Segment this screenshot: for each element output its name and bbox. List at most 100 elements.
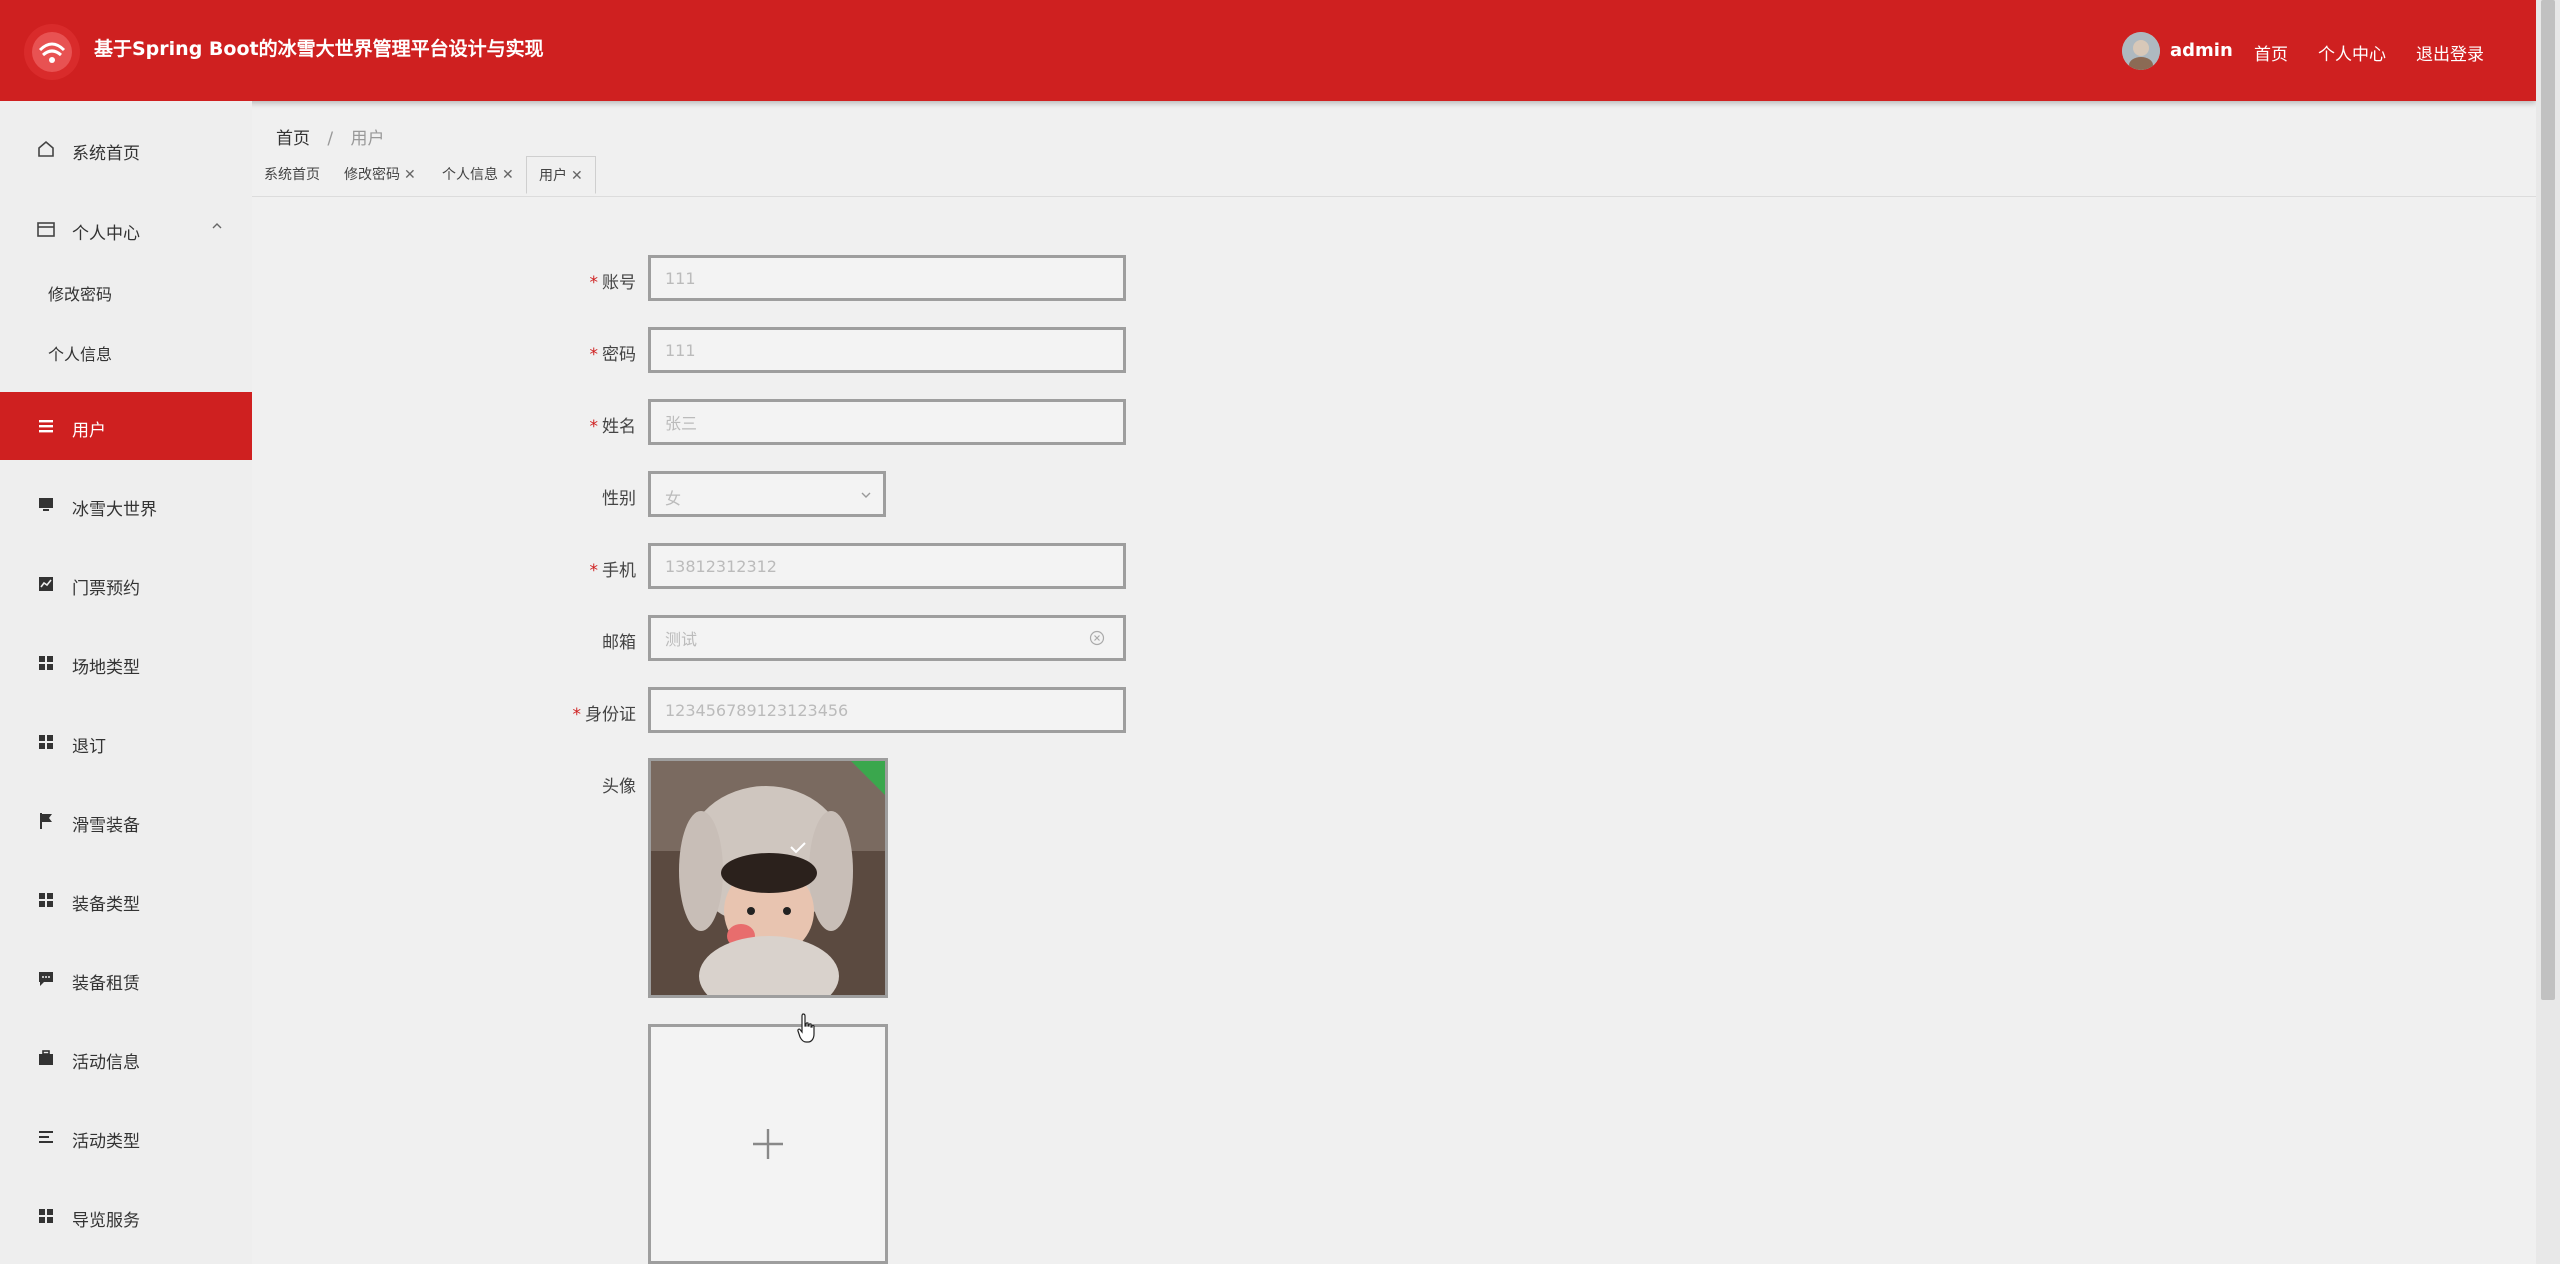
sidebar-item-guide-service[interactable]: 导览服务: [0, 1182, 252, 1250]
sidebar-item-activity-info[interactable]: 活动信息: [0, 1024, 252, 1092]
phone-input[interactable]: [651, 546, 1123, 586]
avatar-image: [651, 761, 885, 995]
grid-icon: [39, 735, 53, 749]
sidebar-item-label: 活动信息: [72, 1053, 140, 1073]
id-card-field[interactable]: [648, 687, 1126, 733]
id-card-input[interactable]: [651, 690, 1123, 730]
tab-label: 系统首页: [264, 167, 320, 183]
gender-select[interactable]: 女: [648, 471, 886, 517]
sidebar-item-label: 个人中心: [72, 224, 140, 244]
sidebar-item-refund[interactable]: 退订: [0, 708, 252, 776]
tab-bar: 系统首页 修改密码 ✕ 个人信息 ✕ 用户 ✕: [252, 156, 2536, 197]
sidebar-item-label: 退订: [72, 737, 106, 757]
required-mark: *: [572, 705, 582, 725]
page-scrollbar[interactable]: [2536, 0, 2560, 1264]
sidebar-item-ski-equipment[interactable]: 滑雪装备: [0, 787, 252, 855]
sidebar-item-label: 用户: [72, 421, 106, 441]
home-icon: [38, 140, 54, 157]
sidebar-item-equipment-type[interactable]: 装备类型: [0, 866, 252, 934]
nav-logout-link[interactable]: 退出登录: [2416, 40, 2484, 65]
grid-icon: [39, 893, 53, 907]
close-icon[interactable]: ✕: [404, 167, 416, 183]
sidebar-item-activity-type[interactable]: 活动类型: [0, 1103, 252, 1171]
chevron-up-icon: [212, 223, 222, 229]
required-mark: *: [589, 273, 599, 293]
tab-personal-info[interactable]: 个人信息 ✕: [442, 156, 514, 194]
account-label: * 账号: [516, 268, 637, 293]
nav-profile-link[interactable]: 个人中心: [2318, 40, 2386, 65]
sidebar-item-venue-type[interactable]: 场地类型: [0, 629, 252, 697]
breadcrumb-separator: /: [327, 129, 334, 149]
sidebar-item-label: 导览服务: [72, 1211, 140, 1231]
list-icon: [39, 420, 53, 433]
password-label: * 密码: [516, 340, 637, 365]
top-header: 基于Spring Boot的冰雪大世界管理平台设计与实现 admin 首页 个人…: [0, 0, 2536, 101]
password-field[interactable]: [648, 327, 1126, 373]
label-text: 邮箱: [602, 633, 636, 653]
flag-icon: [40, 813, 52, 829]
name-input[interactable]: [651, 402, 1123, 442]
scrollbar-thumb[interactable]: [2541, 0, 2555, 1000]
sidebar-subitem-label: 修改密码: [48, 285, 113, 304]
sidebar-item-personal-center[interactable]: 个人中心: [0, 195, 252, 263]
sidebar-item-equipment-rental[interactable]: 装备租赁: [0, 945, 252, 1013]
required-mark: *: [589, 345, 599, 365]
sidebar-subitem-personal-info[interactable]: 个人信息: [0, 323, 252, 379]
account-input[interactable]: [651, 258, 1123, 298]
id-card-label: * 身份证: [516, 700, 637, 725]
avatar-label: 头像: [516, 772, 636, 797]
avatar-preview[interactable]: [648, 758, 888, 998]
briefcase-icon: [39, 1050, 53, 1065]
sidebar-subitem-change-password[interactable]: 修改密码: [0, 263, 252, 319]
chevron-down-icon: [861, 492, 871, 498]
name-field[interactable]: [648, 399, 1126, 445]
close-icon[interactable]: ✕: [502, 167, 514, 183]
app-title: 基于Spring Boot的冰雪大世界管理平台设计与实现: [94, 38, 544, 60]
sidebar-item-user[interactable]: 用户: [0, 392, 252, 460]
tab-change-password[interactable]: 修改密码 ✕: [344, 156, 416, 194]
email-field[interactable]: [648, 615, 1126, 661]
close-icon[interactable]: ✕: [571, 168, 583, 184]
nav-home-link[interactable]: 首页: [2254, 40, 2288, 65]
phone-field[interactable]: [648, 543, 1126, 589]
lines-icon: [39, 1131, 53, 1143]
hand-cursor-icon: [797, 1013, 815, 1043]
label-text: 头像: [602, 777, 636, 797]
gender-value: 女: [665, 489, 682, 508]
password-input[interactable]: [651, 330, 1123, 370]
label-text: 性别: [602, 489, 636, 509]
breadcrumb-current: 用户: [350, 129, 385, 149]
label-text: 身份证: [585, 705, 636, 725]
required-mark: *: [589, 417, 599, 437]
chart-icon: [39, 577, 53, 591]
tab-label: 个人信息: [442, 167, 498, 183]
sidebar: 系统首页 个人中心 修改密码 个人信息 用户 冰雪大世界 门票预约 场地类型 退…: [0, 101, 252, 1264]
plus-icon: [753, 1129, 783, 1159]
sidebar-item-ticket-booking[interactable]: 门票预约: [0, 550, 252, 618]
sidebar-item-home[interactable]: 系统首页: [0, 115, 252, 183]
sidebar-item-label: 装备租赁: [72, 974, 140, 994]
tab-user[interactable]: 用户 ✕: [526, 156, 596, 194]
user-avatar[interactable]: [2122, 32, 2160, 70]
label-text: 姓名: [602, 417, 636, 437]
monitor-icon: [39, 498, 53, 511]
email-input[interactable]: [651, 618, 1123, 658]
avatar-upload-button[interactable]: [648, 1024, 888, 1264]
tab-system-home[interactable]: 系统首页: [264, 156, 320, 194]
sidebar-item-label: 系统首页: [72, 144, 140, 164]
clear-icon[interactable]: [1089, 630, 1105, 646]
sidebar-item-label: 活动类型: [72, 1132, 140, 1152]
sidebar-item-label: 装备类型: [72, 895, 140, 915]
gender-label: 性别: [516, 484, 636, 509]
account-field[interactable]: [648, 255, 1126, 301]
sidebar-item-label: 场地类型: [72, 658, 140, 678]
label-text: 密码: [602, 345, 636, 365]
sidebar-item-label: 门票预约: [72, 579, 140, 599]
breadcrumb-home[interactable]: 首页: [276, 129, 310, 149]
grid-icon: [39, 1209, 53, 1223]
wallet-icon: [37, 222, 55, 237]
label-text: 账号: [602, 273, 636, 293]
logo-icon: [24, 24, 80, 80]
sidebar-item-label: 冰雪大世界: [72, 500, 157, 520]
sidebar-item-ice-world[interactable]: 冰雪大世界: [0, 471, 252, 539]
